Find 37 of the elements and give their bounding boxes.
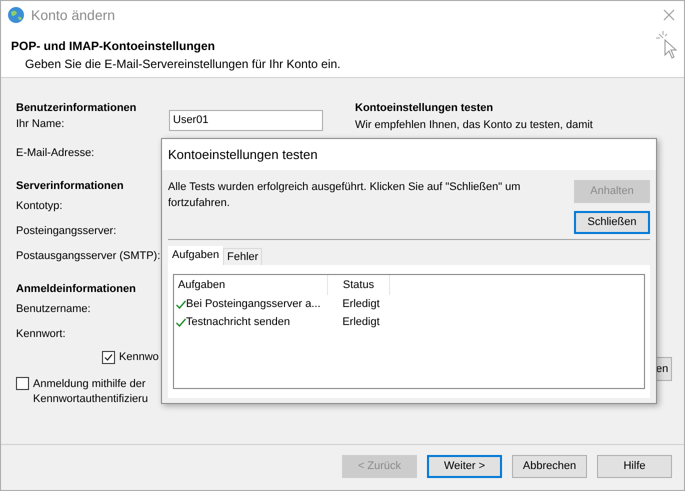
status-cell-text: Erledigt	[341, 314, 381, 330]
dialog-button[interactable]: Hilfe	[597, 455, 672, 478]
field-label: Benutzername:	[16, 302, 91, 317]
checkbox-label: Kennwo	[119, 350, 159, 365]
header-title: POP- und IMAP-Kontoeinstellungen	[11, 38, 216, 55]
field-label: Postausgangsserver (SMTP):	[16, 249, 160, 264]
dialog-message: Alle Tests wurden erfolgreich ausgeführt. Klicken Sie auf "Schließen" um fortzufahren.	[168, 180, 522, 211]
checkbox[interactable]	[102, 350, 115, 364]
globe-icon	[7, 6, 25, 24]
field-label: Posteingangsserver:	[16, 224, 116, 239]
task-cell-text: Testnachricht senden	[186, 314, 291, 330]
tab[interactable]: Aufgaben	[168, 246, 224, 265]
checkbox[interactable]	[16, 377, 29, 390]
section-heading: Benutzerinformationen	[16, 101, 136, 116]
dialog-button[interactable]: Abbrechen	[512, 455, 587, 478]
column-header[interactable]: Aufgaben	[174, 275, 328, 295]
status-cell-text: Erledigt	[341, 296, 381, 312]
field-label: Kontotyp:	[16, 199, 62, 214]
name-field[interactable]: User01	[169, 110, 323, 131]
close-icon[interactable]	[663, 9, 675, 21]
tab[interactable]: Fehler	[223, 248, 262, 265]
dialog-button[interactable]: Weiter >	[427, 455, 502, 478]
field-label: Ihr Name:	[16, 117, 66, 132]
checkbox-label: Anmeldung mithilfe der	[33, 377, 147, 392]
section-heading: Serverinformationen	[16, 179, 124, 194]
window-title: Konto ändern	[31, 6, 116, 24]
dialog-button[interactable]: Schließen	[574, 211, 650, 234]
dialog-title: Kontoeinstellungen testen	[168, 146, 318, 164]
field-label: E-Mail-Adresse:	[16, 146, 94, 161]
field-label: Kennwort:	[16, 327, 66, 342]
column-header[interactable]: Status	[328, 275, 390, 295]
checkbox-label: Kennwortauthentifizieru	[33, 392, 148, 407]
section-heading: Kontoeinstellungen testen	[355, 101, 494, 116]
header-subtitle: Geben Sie die E-Mail-Servereinstellungen für Ihr Konto ein.	[24, 56, 341, 73]
section-heading: Anmeldeinformationen	[16, 282, 136, 297]
info-text: Wir empfehlen Ihnen, das Konto zu testen, damit	[355, 118, 594, 132]
task-cell-text: Bei Posteingangsserver a...	[186, 296, 322, 312]
